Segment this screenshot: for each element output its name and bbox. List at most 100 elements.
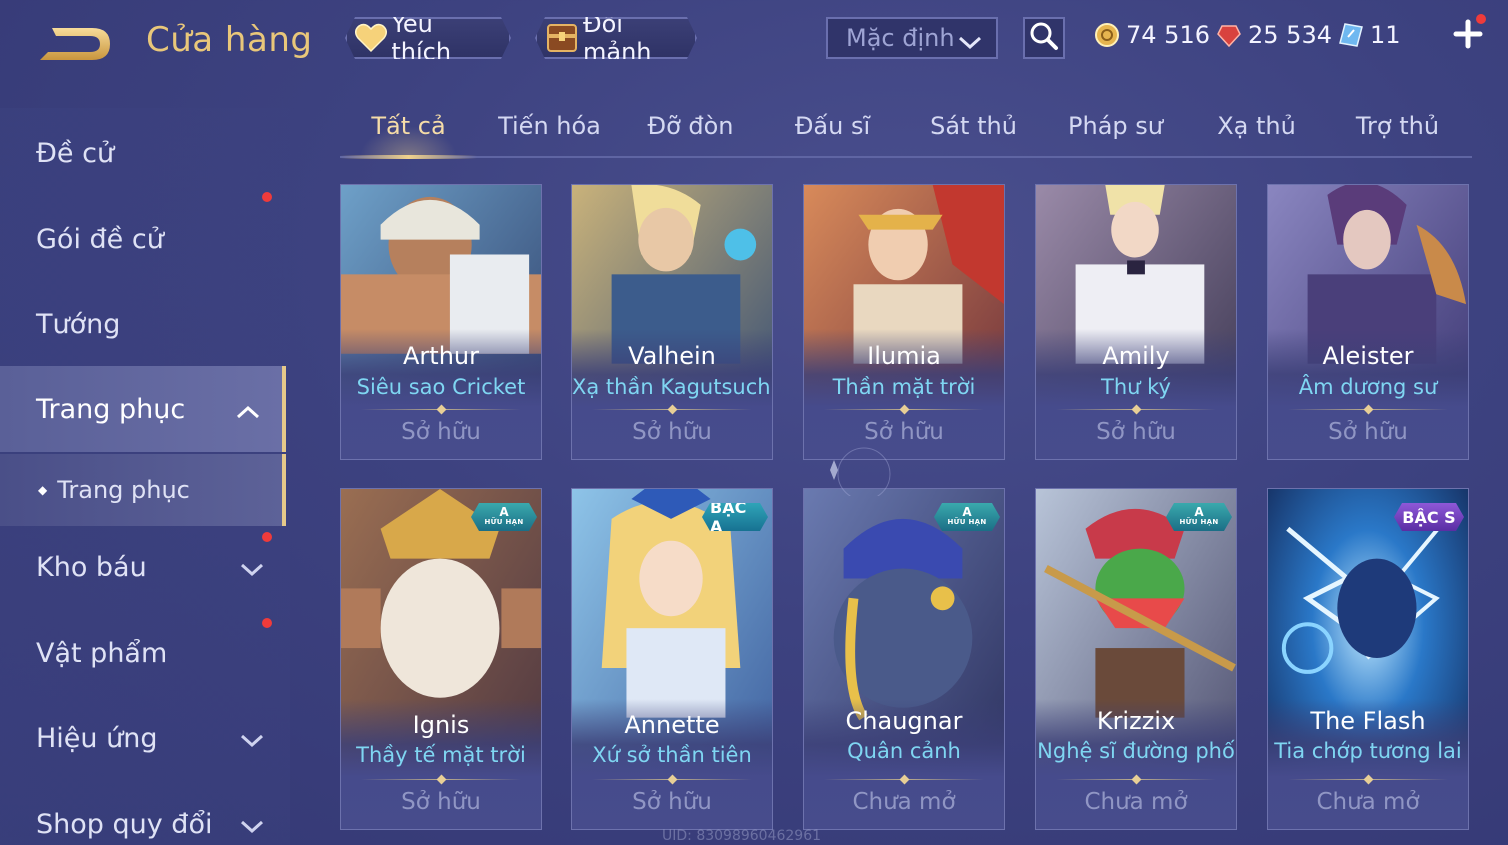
page-title: Cửa hàng xyxy=(146,20,313,60)
tab-tank[interactable]: Đỡ đòn xyxy=(622,112,759,156)
limited-tier-a-badge: A HỮU HẠN xyxy=(471,503,537,531)
sidebar-item-label: Kho báu xyxy=(36,551,147,583)
sidebar-item-effects[interactable]: Hiệu ứng xyxy=(0,695,286,781)
back-arrow-icon[interactable] xyxy=(34,20,114,64)
sidebar-item-featured-packs[interactable]: Gói đề cử xyxy=(0,192,286,282)
skin-name: Nghệ sĩ đường phố xyxy=(1037,739,1235,763)
ownership-status: Chưa mở xyxy=(1084,789,1188,815)
tab-label: Sát thủ xyxy=(930,112,1017,140)
exchange-shards-label: Đổi mảnh xyxy=(583,10,652,66)
hero-name: Ignis xyxy=(412,711,470,739)
tier-s-badge: BẬC S xyxy=(1394,503,1464,531)
add-currency-button[interactable] xyxy=(1448,14,1488,54)
limited-tier-a-badge: A HỮU HẠN xyxy=(1166,503,1232,531)
tab-assassin[interactable]: Sát thủ xyxy=(905,112,1042,156)
voucher-amount: 11 xyxy=(1370,21,1401,49)
sidebar-item-skins[interactable]: Trang phục xyxy=(0,366,286,452)
hero-name: Arthur xyxy=(403,342,479,370)
gold-coin-icon xyxy=(1094,22,1120,48)
tab-support[interactable]: Trợ thủ xyxy=(1329,112,1466,156)
search-icon xyxy=(1029,21,1059,55)
tab-fighter[interactable]: Đấu sĩ xyxy=(764,112,901,156)
active-tab-indicator xyxy=(340,155,477,159)
diamond-bullet-icon: ◆ xyxy=(38,483,48,497)
sidebar-subitem-skins[interactable]: ◆ Trang phục xyxy=(0,454,286,526)
chevron-down-icon xyxy=(240,554,264,585)
skin-card[interactable]: Ilumia Thần mặt trời Sở hữu xyxy=(803,184,1005,460)
skin-name: Siêu sao Cricket xyxy=(356,375,526,399)
ownership-status: Sở hữu xyxy=(1328,419,1408,445)
notification-dot xyxy=(262,532,272,542)
tab-glow xyxy=(360,126,457,156)
skin-name: Âm dương sư xyxy=(1298,375,1438,399)
sidebar-item-label: Hiệu ứng xyxy=(36,722,158,754)
tab-evolution[interactable]: Tiến hóa xyxy=(481,112,618,156)
skin-card[interactable]: A HỮU HẠN Krizzix Nghệ sĩ đường phố Chưa… xyxy=(1035,488,1237,830)
skin-card[interactable]: Amily Thư ký Sở hữu xyxy=(1035,184,1237,460)
limited-tier-a-badge: A HỮU HẠN xyxy=(934,503,1000,531)
sidebar-item-label: Shop quy đổi xyxy=(36,808,213,840)
hero-name: Aleister xyxy=(1322,342,1414,370)
skin-name: Xạ thần Kagutsuchi xyxy=(572,375,773,399)
tab-mage[interactable]: Pháp sư xyxy=(1047,112,1184,156)
sidebar-item-label: Vật phẩm xyxy=(36,637,168,669)
ownership-status: Sở hữu xyxy=(632,419,712,445)
tab-label: Pháp sư xyxy=(1068,112,1163,140)
user-id: UID: 83098960462961 xyxy=(662,828,822,844)
favorites-button[interactable]: Yêu thích xyxy=(345,17,511,59)
sidebar-item-featured[interactable]: Đề cử xyxy=(0,110,286,196)
tab-marksman[interactable]: Xạ thủ xyxy=(1188,112,1325,156)
skin-card[interactable]: A HỮU HẠN Chaugnar Quân cảnh Chưa mở xyxy=(803,488,1005,830)
sparkle-decoration xyxy=(830,447,891,496)
tab-label: Đỡ đòn xyxy=(647,112,734,140)
skin-card[interactable]: BẬC S The Flash Tia chớp tương lai Chưa … xyxy=(1267,488,1469,830)
hero-name: Ilumia xyxy=(867,342,941,370)
sidebar: Đề cử Gói đề cử Tướng Trang phục ◆ Trang… xyxy=(0,108,290,845)
skin-card[interactable]: Valhein Xạ thần Kagutsuchi Sở hữu xyxy=(571,184,773,460)
hero-name: Amily xyxy=(1102,342,1170,370)
skin-name: Thư ký xyxy=(1101,375,1171,399)
search-button[interactable] xyxy=(1023,17,1065,59)
skin-card[interactable]: Aleister Âm dương sư Sở hữu xyxy=(1267,184,1469,460)
chest-icon xyxy=(545,21,579,55)
red-gem-icon xyxy=(1216,22,1242,48)
tab-label: Trợ thủ xyxy=(1355,112,1440,140)
chevron-down-icon xyxy=(958,29,982,57)
hero-name: Annette xyxy=(624,711,720,739)
role-filter-tabs: Tất cả Tiến hóa Đỡ đòn Đấu sĩ Sát thủ Ph… xyxy=(340,104,1472,159)
tab-label: Xạ thủ xyxy=(1217,112,1296,140)
tab-label: Tiến hóa xyxy=(498,112,601,140)
notification-dot xyxy=(1476,14,1486,24)
hero-name: Krizzix xyxy=(1096,707,1176,735)
skin-name: Tia chớp tương lai xyxy=(1274,739,1462,763)
skin-card[interactable]: Arthur Siêu sao Cricket Sở hữu xyxy=(340,184,542,460)
hero-name: The Flash xyxy=(1310,707,1426,735)
sidebar-item-label: Trang phục xyxy=(36,393,186,425)
sort-dropdown[interactable]: Mặc định xyxy=(826,17,998,59)
chevron-down-icon xyxy=(240,811,264,842)
sidebar-subitem-label: Trang phục xyxy=(57,476,190,504)
chevron-down-icon xyxy=(240,725,264,756)
skin-card[interactable]: A HỮU HẠN Ignis Thầy tế mặt trời Sở hữu xyxy=(340,488,542,830)
tab-all[interactable]: Tất cả xyxy=(340,112,477,159)
sidebar-item-treasure[interactable]: Kho báu xyxy=(0,524,286,610)
sidebar-item-label: Tướng xyxy=(36,308,121,340)
gold-amount: 74 516 xyxy=(1126,21,1210,49)
sidebar-item-exchange-shop[interactable]: Shop quy đổi xyxy=(0,781,286,845)
voucher-icon xyxy=(1338,22,1364,48)
ownership-status: Sở hữu xyxy=(401,789,481,815)
sidebar-item-label: Đề cử xyxy=(36,137,115,169)
gem-amount: 25 534 xyxy=(1248,21,1332,49)
skin-card[interactable]: BẬC A Annette Xứ sở thần tiên Sở hữu xyxy=(571,488,773,830)
ownership-status: Sở hữu xyxy=(1096,419,1176,445)
sidebar-item-items[interactable]: Vật phẩm xyxy=(0,610,286,696)
exchange-shards-button[interactable]: Đổi mảnh xyxy=(535,17,697,59)
ownership-status: Sở hữu xyxy=(632,789,712,815)
notification-dot xyxy=(262,618,272,628)
sidebar-item-heroes[interactable]: Tướng xyxy=(0,281,286,367)
sort-value: Mặc định xyxy=(846,24,955,52)
skin-grid: Arthur Siêu sao Cricket Sở hữu Valhein X… xyxy=(340,184,1472,845)
skin-name: Xứ sở thần tiên xyxy=(592,743,752,767)
favorites-label: Yêu thích xyxy=(391,10,452,66)
notification-dot xyxy=(262,192,272,202)
